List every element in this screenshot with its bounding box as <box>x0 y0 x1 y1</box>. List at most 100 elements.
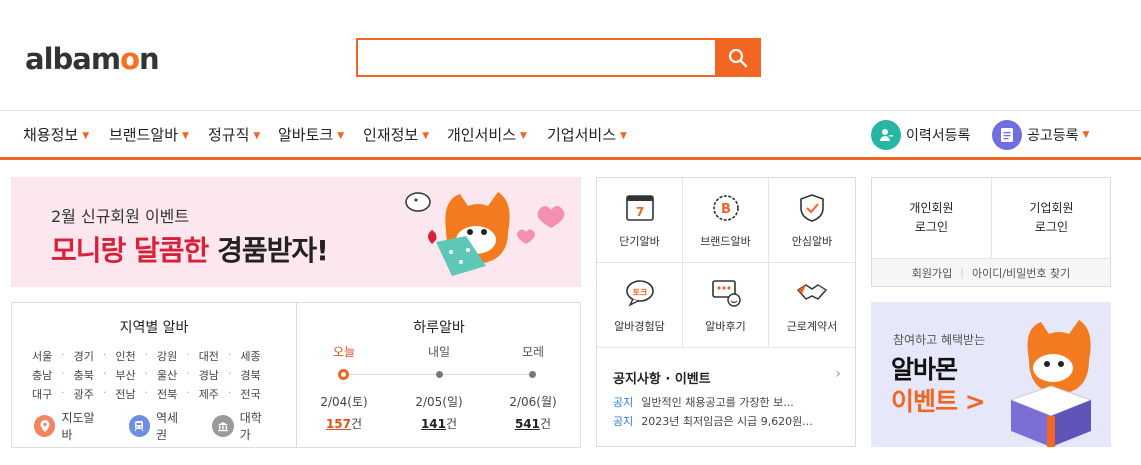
signup-link[interactable]: 회원가입 <box>912 265 952 281</box>
service-brand[interactable]: B 브랜드알바 <box>683 178 769 263</box>
day-tab-tomorrow[interactable]: 내일 <box>392 343 486 360</box>
notice-tag: 공지 <box>613 396 634 409</box>
svg-text:토크: 토크 <box>633 288 648 297</box>
nav-item-fulltime[interactable]: 정규직 ▼ <box>208 124 260 145</box>
service-review[interactable]: 알바후기 <box>683 263 769 348</box>
chevron-down-icon: ▼ <box>182 131 189 141</box>
search-button[interactable] <box>715 38 761 77</box>
day-tab-today[interactable]: 오늘 <box>297 343 391 360</box>
university-icon <box>212 415 234 437</box>
notice-text: 2023년 최저임금은 시급 9,620원... <box>641 415 813 428</box>
day-dot <box>436 371 443 378</box>
promo-title-red: 모니랑 달콤한 <box>51 234 209 267</box>
post-register-button[interactable]: 공고등록 ▼ <box>992 120 1089 150</box>
service-label: 알바경험담 <box>614 320 665 333</box>
review-icon <box>712 280 741 307</box>
logo-text: albam <box>25 42 121 76</box>
station-label: 역세권 <box>155 411 179 442</box>
svg-text:B: B <box>721 202 731 217</box>
personal-login-button[interactable]: 개인회원로그인 <box>872 178 991 258</box>
map-pin-icon <box>34 415 56 437</box>
notice-item[interactable]: 공지 2023년 최저임금은 시급 9,620원... <box>613 413 813 429</box>
nav-item-company-service[interactable]: 기업서비스 ▼ <box>547 124 627 145</box>
nav-item-talent[interactable]: 인재정보 ▼ <box>363 124 429 145</box>
albamon-logo[interactable]: albamon <box>25 42 160 76</box>
nav-item-personal-service[interactable]: 개인서비스 ▼ <box>447 124 527 145</box>
nav-label: 채용정보 <box>23 126 79 144</box>
region-link[interactable]: 대전 <box>199 348 241 364</box>
post-register-label: 공고등록 <box>1027 128 1079 144</box>
region-link[interactable]: 강원 <box>157 348 199 364</box>
service-label: 알바후기 <box>705 320 746 333</box>
header: albamon <box>0 0 1141 110</box>
day-count-value: 157 <box>325 417 351 431</box>
campus-link[interactable]: 대학가 <box>212 409 272 443</box>
service-label: 근로계약서 <box>786 320 838 333</box>
region-link[interactable]: 서울 <box>32 348 74 364</box>
day-count[interactable]: 541건 <box>486 415 580 432</box>
region-link[interactable]: 충남 <box>32 367 74 383</box>
region-link[interactable]: 전국 <box>240 386 282 402</box>
service-experience[interactable]: 토크 알바경험담 <box>597 263 683 348</box>
company-login-line2: 로그인 <box>1034 220 1069 234</box>
login-footer: 회원가입 | 아이디/비밀번호 찾기 <box>872 258 1110 286</box>
region-link[interactable]: 세종 <box>240 348 282 364</box>
nav-label: 브랜드알바 <box>109 126 179 144</box>
personal-login-line2: 로그인 <box>914 220 949 234</box>
region-link[interactable]: 경북 <box>240 367 282 383</box>
daily-title: 하루알바 <box>413 320 465 336</box>
handshake-icon <box>796 284 828 300</box>
notice-tag: 공지 <box>613 415 634 428</box>
search-input[interactable] <box>356 38 716 77</box>
subway-icon <box>128 415 150 437</box>
nav-label: 인재정보 <box>363 126 419 144</box>
region-link[interactable]: 인천 <box>115 348 157 364</box>
map-job-link[interactable]: 지도알바 <box>34 409 105 443</box>
nav-item-brand[interactable]: 브랜드알바 ▼ <box>109 124 189 145</box>
day-tab-after[interactable]: 모레 <box>486 343 580 360</box>
day-count[interactable]: 141건 <box>392 415 486 432</box>
region-grid: 서울 경기 인천 강원 대전 세종 충남 충북 부산 울산 경남 경북 대구 광… <box>32 346 282 403</box>
service-short-term[interactable]: 7 단기알바 <box>597 178 683 263</box>
event-title-line2: 이벤트 > <box>891 387 986 416</box>
region-link[interactable]: 충북 <box>74 367 116 383</box>
chevron-right-icon[interactable]: › <box>835 366 841 382</box>
login-box: 개인회원로그인 기업회원로그인 회원가입 | 아이디/비밀번호 찾기 <box>871 177 1111 287</box>
chevron-down-icon: ▼ <box>1082 130 1090 140</box>
notice-item[interactable]: 공지 일반적인 채용공고를 가장한 보... <box>613 394 794 410</box>
region-link[interactable]: 전북 <box>157 386 199 402</box>
find-account-link[interactable]: 아이디/비밀번호 찾기 <box>972 265 1070 281</box>
resume-register-button[interactable]: 이력서등록 <box>871 120 970 150</box>
service-label: 브랜드알바 <box>700 235 751 248</box>
company-login-line1: 기업회원 <box>1029 201 1074 215</box>
day-count-unit: 건 <box>351 417 363 431</box>
region-link[interactable]: 경남 <box>199 367 241 383</box>
service-contract[interactable]: 근로계약서 <box>769 263 855 348</box>
resume-icon <box>871 120 901 150</box>
region-link[interactable]: 경기 <box>74 348 116 364</box>
chevron-down-icon: ▼ <box>337 131 345 141</box>
station-link[interactable]: 역세권 <box>128 409 189 443</box>
day-count[interactable]: 157건 <box>297 415 391 432</box>
logo-text-o: o <box>120 42 140 76</box>
region-link[interactable]: 울산 <box>157 367 199 383</box>
logo-text-end: n <box>139 42 160 76</box>
region-link[interactable]: 대구 <box>32 386 74 402</box>
notice-title[interactable]: 공지사항 · 이벤트 <box>613 368 711 387</box>
company-login-button[interactable]: 기업회원로그인 <box>992 178 1111 258</box>
search-bar <box>356 38 761 77</box>
region-link[interactable]: 부산 <box>115 367 157 383</box>
region-link[interactable]: 광주 <box>74 386 116 402</box>
promo-banner[interactable]: 2월 신규회원 이벤트 모니랑 달콤한 경품받자! <box>11 177 581 287</box>
region-link[interactable]: 제주 <box>199 386 241 402</box>
calendar-7-icon: 7 <box>626 195 654 221</box>
nav-label: 개인서비스 <box>447 126 517 144</box>
service-label: 안심알바 <box>791 235 833 248</box>
nav-item-talk[interactable]: 알바토크 ▼ <box>278 124 344 145</box>
region-link[interactable]: 전남 <box>115 386 157 402</box>
nav-item-jobs[interactable]: 채용정보 ▼ <box>23 124 89 145</box>
daily-job-section: 하루알바 오늘 내일 모레 2/04(토) 2/05(일) 2/06(월) 15… <box>297 303 581 447</box>
event-banner[interactable]: 참여하고 혜택받는 알바몬 이벤트 > <box>871 302 1111 447</box>
personal-login-line1: 개인회원 <box>909 201 954 215</box>
service-safe[interactable]: 안심알바 <box>769 178 855 263</box>
